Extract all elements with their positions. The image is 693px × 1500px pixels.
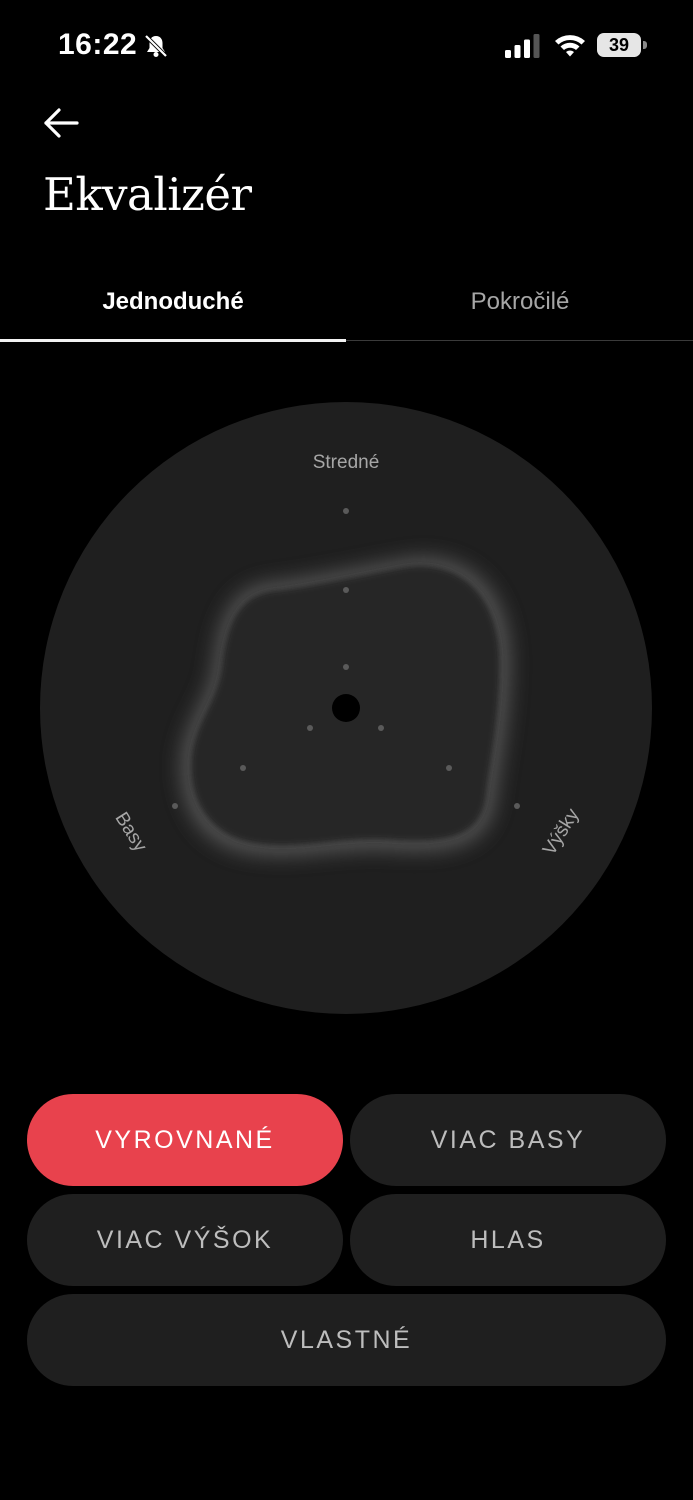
cellular-signal-icon: [505, 34, 540, 58]
guide-dot: [307, 725, 313, 731]
tab-bar: Jednoduché Pokročilé: [0, 262, 693, 342]
tab-active-indicator: [0, 339, 346, 342]
preset-custom-button[interactable]: VLASTNÉ: [27, 1294, 666, 1386]
preset-more-bass-button[interactable]: VIAC BASY: [350, 1094, 666, 1186]
guide-dot: [240, 765, 246, 771]
battery-body: 39: [597, 33, 641, 57]
preset-voice-button[interactable]: HLAS: [350, 1194, 666, 1286]
preset-more-treble-button[interactable]: VIAC VÝŠOK: [27, 1194, 343, 1286]
tab-simple[interactable]: Jednoduché: [0, 262, 346, 342]
guide-dot: [343, 508, 349, 514]
guide-dot: [514, 803, 520, 809]
preset-balanced-button[interactable]: VYROVNANÉ: [27, 1094, 343, 1186]
page-title: Ekvalizér: [43, 168, 252, 221]
status-bar: 16:22 39: [0, 0, 693, 92]
guide-dot: [343, 587, 349, 593]
back-button[interactable]: [36, 100, 86, 146]
guide-dot: [172, 803, 178, 809]
status-time: 16:22: [58, 28, 138, 61]
battery-tip: [643, 41, 647, 49]
arrow-left-icon: [44, 108, 79, 138]
center-knob[interactable]: [332, 694, 360, 722]
guide-dot: [378, 725, 384, 731]
guide-dot: [343, 664, 349, 670]
tab-advanced[interactable]: Pokročilé: [347, 262, 693, 342]
guide-dot: [446, 765, 452, 771]
bell-slash-icon: [144, 34, 168, 58]
battery-icon: 39: [597, 33, 647, 57]
battery-level: 39: [608, 35, 630, 55]
label-mids: Stredné: [313, 452, 380, 473]
wifi-icon: [555, 35, 585, 57]
equalizer-disc[interactable]: Stredné Basy Výšky: [40, 402, 652, 1014]
